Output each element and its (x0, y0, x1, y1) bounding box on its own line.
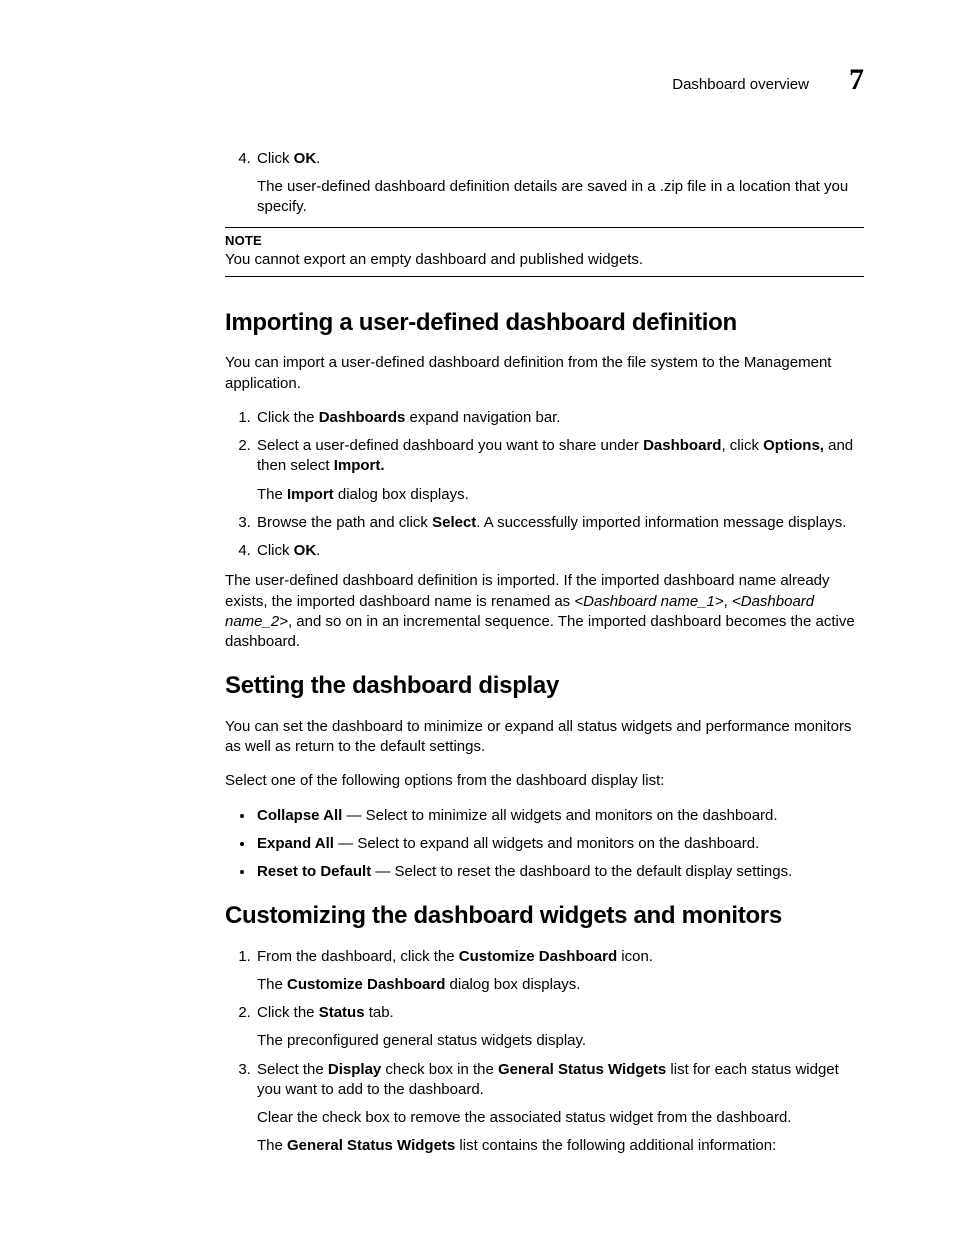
heading-importing: Importing a user-defined dashboard defin… (225, 307, 864, 339)
import-step-2: Select a user-defined dashboard you want… (255, 436, 864, 505)
import-step-4: Click OK. (255, 541, 864, 561)
customize-step-2-sub: The preconfigured general status widgets… (257, 1031, 864, 1051)
note-label: NOTE (225, 232, 864, 250)
customize-step-3-sub1: Clear the check box to remove the associ… (257, 1108, 864, 1128)
page: Dashboard overview 7 Click OK. The user-… (0, 0, 954, 1235)
import-trailing: The user-defined dashboard definition is… (225, 571, 864, 652)
customize-step-3: Select the Display check box in the Gene… (255, 1060, 864, 1157)
customize-step-1-sub: The Customize Dashboard dialog box displ… (257, 975, 864, 995)
chapter-number: 7 (849, 60, 864, 101)
customize-step-2: Click the Status tab. The preconfigured … (255, 1003, 864, 1052)
running-title: Dashboard overview (672, 75, 809, 95)
setting-option-expand: Expand AllSelect to expand all widgets a… (255, 834, 864, 854)
customize-steps: From the dashboard, click the Customize … (225, 947, 864, 1157)
note-text: You cannot export an empty dashboard and… (225, 250, 864, 270)
import-step-2-sub: The Import dialog box displays. (257, 485, 864, 505)
import-steps: Click the Dashboards expand navigation b… (225, 408, 864, 562)
heading-setting: Setting the dashboard display (225, 670, 864, 702)
step-click-ok: Click OK. The user-defined dashboard def… (255, 149, 864, 218)
dash-icon (342, 807, 365, 824)
setting-option-collapse: Collapse AllSelect to minimize all widge… (255, 806, 864, 826)
customize-step-1: From the dashboard, click the Customize … (255, 947, 864, 996)
setting-option-reset: Reset to DefaultSelect to reset the dash… (255, 862, 864, 882)
import-intro: You can import a user-defined dashboard … (225, 353, 864, 394)
customize-step-3-sub2: The General Status Widgets list contains… (257, 1136, 864, 1156)
prev-steps-continued: Click OK. The user-defined dashboard def… (225, 149, 864, 218)
import-step-3: Browse the path and click Select. A succ… (255, 513, 864, 533)
step-text: Click OK. (257, 150, 320, 167)
setting-options: Collapse AllSelect to minimize all widge… (225, 806, 864, 883)
step-sub: The user-defined dashboard definition de… (257, 177, 864, 218)
dash-icon (334, 835, 357, 852)
heading-customizing: Customizing the dashboard widgets and mo… (225, 900, 864, 932)
setting-lead: Select one of the following options from… (225, 771, 864, 791)
import-step-1: Click the Dashboards expand navigation b… (255, 408, 864, 428)
dash-icon (371, 863, 394, 880)
setting-intro: You can set the dashboard to minimize or… (225, 717, 864, 758)
note-block: NOTE You cannot export an empty dashboar… (225, 227, 864, 277)
running-header: Dashboard overview 7 (225, 60, 864, 101)
